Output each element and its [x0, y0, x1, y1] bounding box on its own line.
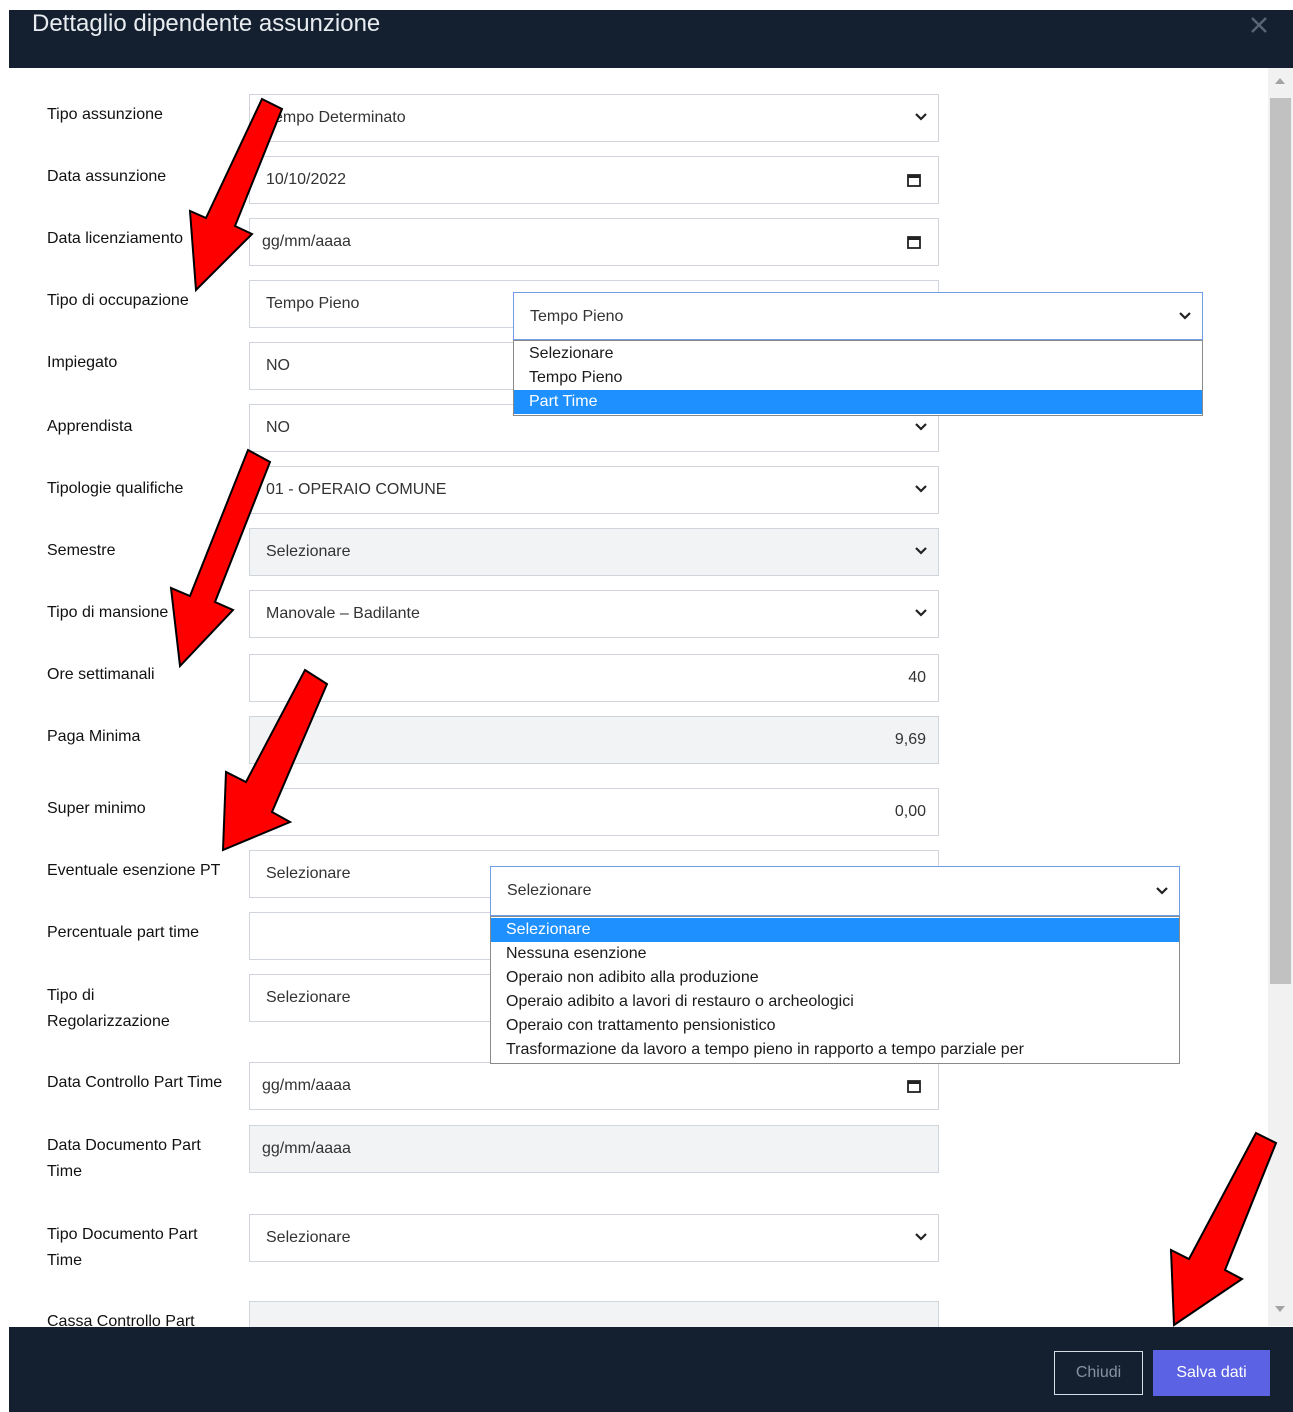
- tipo-regolarizzazione-label-line2: Regolarizzazione: [47, 1013, 170, 1030]
- esenzione-pt-options: Selezionare Nessuna esenzione Operaio no…: [490, 916, 1180, 1064]
- data-assunzione-label: Data assunzione: [47, 168, 167, 185]
- data-controllo-pt-value: gg/mm/aaaa: [262, 1077, 351, 1094]
- chevron-down-icon: [915, 423, 927, 431]
- tipologie-qualifiche-label: Tipologie qualifiche: [47, 480, 184, 497]
- tipo-assunzione-label: Tipo assunzione: [47, 106, 163, 123]
- option-operaio-restauro[interactable]: Operaio adibito a lavori di restauro o a…: [491, 990, 1179, 1014]
- super-minimo-input[interactable]: 0,00: [249, 788, 939, 836]
- super-minimo-label: Super minimo: [47, 800, 146, 817]
- tipologie-qualifiche-select[interactable]: 01 - OPERAIO COMUNE: [249, 466, 939, 514]
- semestre-value: Selezionare: [266, 543, 351, 560]
- super-minimo-value: 0,00: [894, 803, 926, 820]
- close-icon[interactable]: [1247, 13, 1271, 37]
- save-button[interactable]: Salva dati: [1153, 1350, 1270, 1396]
- tipologie-qualifiche-value: 01 - OPERAIO COMUNE: [266, 481, 447, 498]
- impiegato-label: Impiegato: [47, 354, 118, 371]
- scroll-up-icon[interactable]: [1275, 78, 1285, 84]
- cassa-controllo-pt-input[interactable]: [249, 1301, 939, 1327]
- tipo-documento-pt-label-line1: Tipo Documento Part: [47, 1226, 198, 1243]
- scroll-thumb[interactable]: [1270, 98, 1291, 984]
- apprendista-value: NO: [266, 419, 290, 436]
- tipo-documento-pt-label-line2: Time: [47, 1252, 82, 1269]
- option-selezionare[interactable]: Selezionare: [514, 342, 1202, 366]
- data-licenziamento-label: Data licenziamento: [47, 230, 184, 247]
- option-part-time[interactable]: Part Time: [514, 390, 1202, 414]
- modal-header: Dettaglio dipendente assunzione: [9, 10, 1293, 68]
- tipo-occupazione-value: Tempo Pieno: [266, 295, 360, 312]
- chevron-down-icon: [915, 113, 927, 121]
- option-operaio-non-adibito[interactable]: Operaio non adibito alla produzione: [491, 966, 1179, 990]
- chevron-down-icon: [915, 609, 927, 617]
- tipo-assunzione-value: Tempo Determinato: [266, 109, 406, 126]
- ore-settimanali-label: Ore settimanali: [47, 666, 155, 683]
- tipo-regolarizzazione-label-line1: Tipo di: [47, 987, 95, 1004]
- tipo-documento-pt-value: Selezionare: [266, 1229, 351, 1246]
- paga-minima-input: 9,69: [249, 716, 939, 764]
- data-licenziamento-input[interactable]: gg/mm/aaaa: [249, 218, 939, 266]
- option-operaio-pensionistico[interactable]: Operaio con trattamento pensionistico: [491, 1014, 1179, 1038]
- impiegato-value: NO: [266, 357, 290, 374]
- calendar-icon[interactable]: [907, 236, 921, 249]
- tipo-occupazione-options: Selezionare Tempo Pieno Part Time: [513, 340, 1203, 416]
- chevron-down-icon: [1156, 887, 1168, 895]
- data-documento-pt-label-line1: Data Documento Part: [47, 1137, 201, 1154]
- tipo-mansione-select[interactable]: Manovale – Badilante: [249, 590, 939, 638]
- semestre-select[interactable]: Selezionare: [249, 528, 939, 576]
- close-button[interactable]: Chiudi: [1054, 1351, 1143, 1395]
- paga-minima-value: 9,69: [894, 731, 926, 748]
- ore-settimanali-value: 40: [908, 669, 926, 686]
- apprendista-label: Apprendista: [47, 418, 133, 435]
- option-trasformazione[interactable]: Trasformazione da lavoro a tempo pieno i…: [491, 1038, 1179, 1062]
- data-documento-pt-input: gg/mm/aaaa: [249, 1125, 939, 1173]
- data-assunzione-value: 10/10/2022: [266, 171, 347, 188]
- chevron-down-icon: [915, 1233, 927, 1241]
- modal-title: Dettaglio dipendente assunzione: [32, 10, 381, 37]
- scrollbar[interactable]: [1268, 68, 1293, 1326]
- chevron-down-icon: [915, 547, 927, 555]
- data-controllo-pt-input[interactable]: gg/mm/aaaa: [249, 1062, 939, 1110]
- esenzione-pt-dropdown-value: Selezionare: [507, 882, 592, 899]
- data-controllo-pt-label: Data Controllo Part Time: [47, 1074, 223, 1091]
- percentuale-pt-label: Percentuale part time: [47, 924, 200, 941]
- modal-footer: Chiudi Salva dati: [9, 1327, 1293, 1412]
- annotation-arrows: [169, 97, 1278, 1327]
- chevron-down-icon: [1179, 312, 1191, 320]
- calendar-icon[interactable]: [907, 1080, 921, 1093]
- modal-dialog: Dettaglio dipendente assunzione Tipo ass…: [0, 0, 1293, 1412]
- esenzione-pt-label: Eventuale esenzione PT: [47, 862, 221, 879]
- data-licenziamento-value: gg/mm/aaaa: [262, 233, 351, 250]
- option-tempo-pieno[interactable]: Tempo Pieno: [514, 366, 1202, 390]
- paga-minima-label: Paga Minima: [47, 728, 141, 745]
- tipo-occupazione-dropdown-select[interactable]: Tempo Pieno: [513, 292, 1203, 340]
- data-documento-pt-label-line2: Time: [47, 1163, 82, 1180]
- scroll-down-icon[interactable]: [1275, 1306, 1285, 1312]
- calendar-icon[interactable]: [907, 174, 921, 187]
- tipo-regolarizzazione-value: Selezionare: [266, 989, 351, 1006]
- annotation-arrow-icon: [1169, 1131, 1278, 1327]
- cassa-controllo-pt-label: Cassa Controllo Part: [47, 1313, 195, 1327]
- tipo-mansione-label: Tipo di mansione: [47, 604, 169, 621]
- tipo-mansione-value: Manovale – Badilante: [266, 605, 420, 622]
- esenzione-pt-value: Selezionare: [266, 865, 351, 882]
- chevron-down-icon: [915, 485, 927, 493]
- ore-settimanali-input[interactable]: 40: [249, 654, 939, 702]
- semestre-label: Semestre: [47, 542, 116, 559]
- esenzione-pt-dropdown-select[interactable]: Selezionare: [490, 866, 1180, 916]
- data-assunzione-input[interactable]: 10/10/2022: [249, 156, 939, 204]
- tipo-occupazione-dropdown-value: Tempo Pieno: [530, 308, 624, 325]
- option-nessuna-esenzione[interactable]: Nessuna esenzione: [491, 942, 1179, 966]
- data-documento-pt-value: gg/mm/aaaa: [262, 1140, 351, 1157]
- tipo-occupazione-label: Tipo di occupazione: [47, 292, 189, 309]
- option-selezionare[interactable]: Selezionare: [491, 918, 1179, 942]
- tipo-documento-pt-select[interactable]: Selezionare: [249, 1214, 939, 1262]
- tipo-assunzione-select[interactable]: Tempo Determinato: [249, 94, 939, 142]
